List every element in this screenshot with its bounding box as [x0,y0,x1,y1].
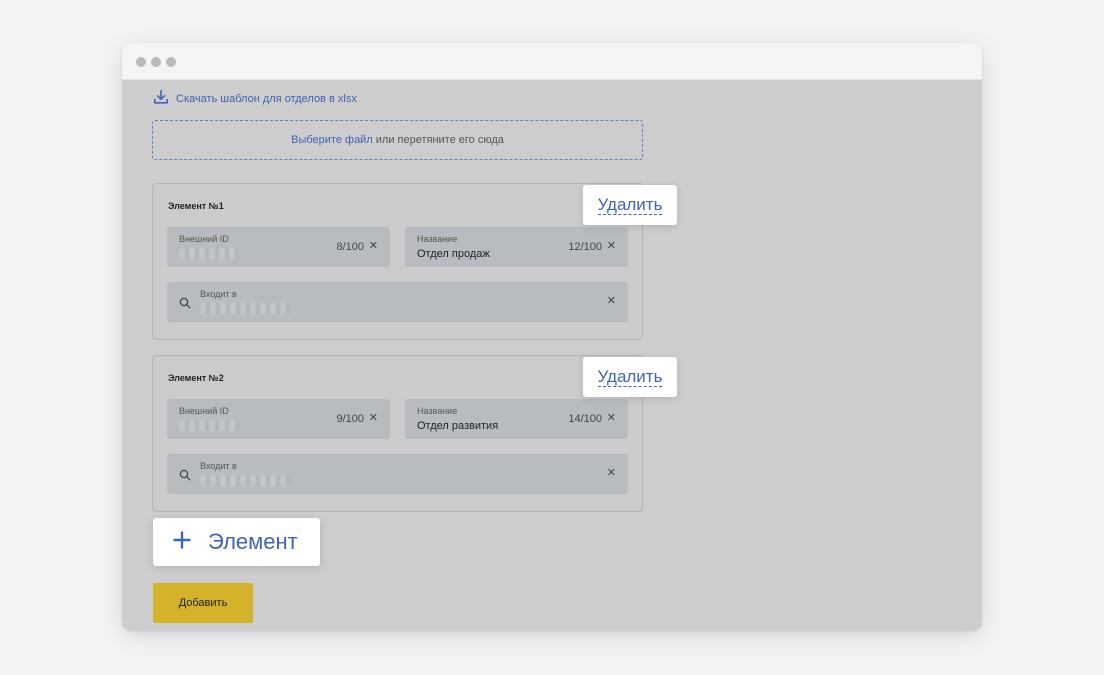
dropzone-hint: или перетяните его сюда [375,134,504,146]
window-control-dot[interactable] [136,57,146,67]
field-label: Входит в [200,461,237,471]
field-value: Отдел продаж [417,248,490,260]
search-icon [179,468,191,486]
window-titlebar [122,43,982,80]
close-icon[interactable]: ✕ [369,411,378,424]
file-dropzone[interactable]: Выберите файл или перетяните его сюда [152,120,643,160]
external-id-field[interactable]: Внешний ID 8/100 ✕ [167,227,390,267]
char-counter: 8/100 [336,241,364,253]
external-id-field[interactable]: Внешний ID 9/100 ✕ [167,399,390,439]
blurred-value [200,303,290,314]
char-counter: 9/100 [336,413,364,425]
close-icon[interactable]: ✕ [607,411,616,424]
field-label: Внешний ID [179,406,229,416]
parent-search-field[interactable]: Входит в ✕ [167,282,628,322]
download-icon [153,89,169,110]
card-title: Элемент №2 [168,373,224,383]
download-template-link[interactable]: Скачать шаблон для отделов в xlsx [153,89,357,110]
field-label: Название [417,406,458,416]
close-icon[interactable]: ✕ [607,239,616,252]
close-icon[interactable]: ✕ [369,239,378,252]
element-card: Элемент №1 Внешний ID 8/100 ✕ Название О… [152,183,643,340]
parent-search-field[interactable]: Входит в ✕ [167,454,628,494]
search-icon [179,296,191,314]
delete-button[interactable]: Удалить [597,367,663,387]
char-counter: 12/100 [568,241,602,253]
delete-callout: Удалить [583,185,677,225]
add-element-label: Элемент [208,529,298,554]
download-link-label: Скачать шаблон для отделов в xlsx [176,93,357,105]
choose-file-link[interactable]: Выберите файл [291,134,373,146]
plus-icon [173,530,191,554]
card-title: Элемент №1 [168,201,224,211]
field-label: Входит в [200,289,237,299]
element-card: Элемент №2 Внешний ID 9/100 ✕ Название О… [152,355,643,512]
name-field[interactable]: Название Отдел продаж 12/100 ✕ [405,227,628,267]
field-label: Название [417,234,458,244]
char-counter: 14/100 [568,413,602,425]
close-icon[interactable]: ✕ [607,294,616,307]
field-value: Отдел развития [417,420,499,432]
submit-button[interactable]: Добавить [153,583,253,623]
close-icon[interactable]: ✕ [607,466,616,479]
blurred-value [179,420,239,431]
blurred-value [200,475,290,486]
browser-window: Скачать шаблон для отделов в xlsx Выбери… [122,43,982,631]
delete-button[interactable]: Удалить [597,195,663,215]
delete-callout: Удалить [583,357,677,397]
field-label: Внешний ID [179,234,229,244]
blurred-value [179,248,239,259]
page-content: Скачать шаблон для отделов в xlsx Выбери… [122,80,982,631]
window-control-dot[interactable] [166,57,176,67]
add-element-button[interactable]: Элемент [153,518,320,566]
window-control-dot[interactable] [151,57,161,67]
name-field[interactable]: Название Отдел развития 14/100 ✕ [405,399,628,439]
